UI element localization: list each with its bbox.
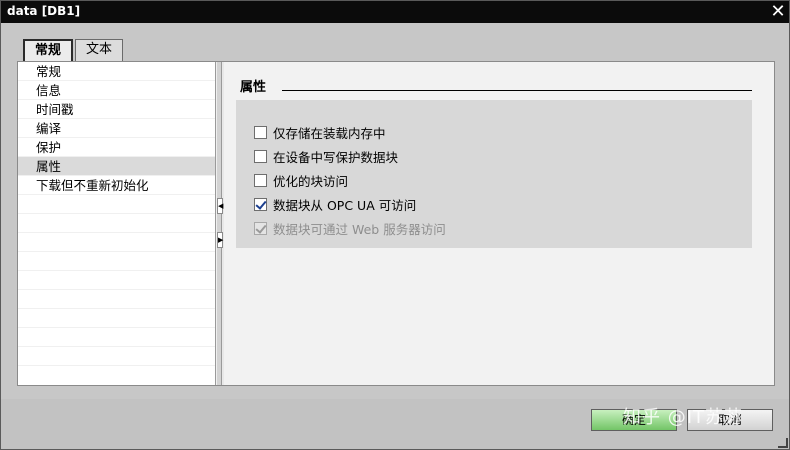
nav-item-attributes[interactable]: 属性 (18, 157, 215, 176)
nav-item-timestamp[interactable]: 时间戳 (18, 100, 215, 119)
option-label: 仅存储在装载内存中 (273, 126, 386, 141)
arrow-left-icon[interactable]: ◀ (217, 198, 223, 214)
window-title: data [DB1] (7, 4, 81, 18)
nav-item-info[interactable]: 信息 (18, 81, 215, 100)
nav-empty-row (18, 214, 215, 233)
nav-item-general[interactable]: 常规 (18, 62, 215, 81)
tab-bar: 常规 文本 (23, 39, 125, 62)
resize-grip[interactable] (778, 438, 788, 448)
nav-empty-row (18, 271, 215, 290)
checkbox-checked-disabled (254, 222, 267, 235)
option-load-memory-only[interactable]: 仅存储在装载内存中 (254, 123, 386, 142)
nav-empty-row (18, 347, 215, 366)
checkbox[interactable] (254, 150, 267, 163)
content-area: 常规 信息 时间戳 编译 保护 属性 下载但不重新初始化 ◀ ▶ 属性 仅存储在… (17, 61, 775, 386)
nav-empty-row (18, 233, 215, 252)
arrow-right-icon[interactable]: ▶ (217, 232, 223, 248)
nav-empty-row (18, 309, 215, 328)
nav-empty-row (18, 195, 215, 214)
option-opc-ua-access[interactable]: 数据块从 OPC UA 可访问 (254, 195, 416, 214)
option-write-protect[interactable]: 在设备中写保护数据块 (254, 147, 398, 166)
section-title: 属性 (240, 80, 267, 95)
title-bar: data [DB1] ✕ (1, 1, 789, 23)
watermark: 知乎 @IT苏苏 (623, 407, 744, 428)
nav-item-download-without-reinit[interactable]: 下载但不重新初始化 (18, 176, 215, 195)
option-label: 优化的块访问 (273, 174, 349, 189)
options-group: 仅存储在装载内存中 在设备中写保护数据块 优化的块访问 数据块从 OPC UA … (236, 100, 752, 248)
checkbox[interactable] (254, 174, 267, 187)
tab-text[interactable]: 文本 (75, 39, 124, 61)
option-label: 数据块可通过 Web 服务器访问 (273, 222, 446, 237)
nav-item-compile[interactable]: 编译 (18, 119, 215, 138)
option-label: 在设备中写保护数据块 (273, 150, 399, 165)
option-label: 数据块从 OPC UA 可访问 (273, 198, 417, 213)
tab-general[interactable]: 常规 (23, 39, 74, 62)
nav-tree: 常规 信息 时间戳 编译 保护 属性 下载但不重新初始化 (18, 62, 216, 385)
option-optimized-access[interactable]: 优化的块访问 (254, 171, 348, 190)
checkbox-checked[interactable] (254, 198, 267, 211)
splitter[interactable]: ◀ ▶ (216, 62, 223, 385)
section-divider (282, 90, 752, 91)
nav-empty-row (18, 328, 215, 347)
option-web-server-access: 数据块可通过 Web 服务器访问 (254, 219, 446, 238)
dialog-window: data [DB1] ✕ 常规 文本 常规 信息 时间戳 编译 保护 属性 下载… (0, 0, 790, 450)
checkbox[interactable] (254, 126, 267, 139)
nav-item-protection[interactable]: 保护 (18, 138, 215, 157)
close-icon[interactable]: ✕ (769, 3, 787, 21)
nav-empty-row (18, 290, 215, 309)
properties-panel: 属性 仅存储在装载内存中 在设备中写保护数据块 优化的块访问 数据块从 OPC … (224, 62, 774, 385)
nav-empty-row (18, 252, 215, 271)
